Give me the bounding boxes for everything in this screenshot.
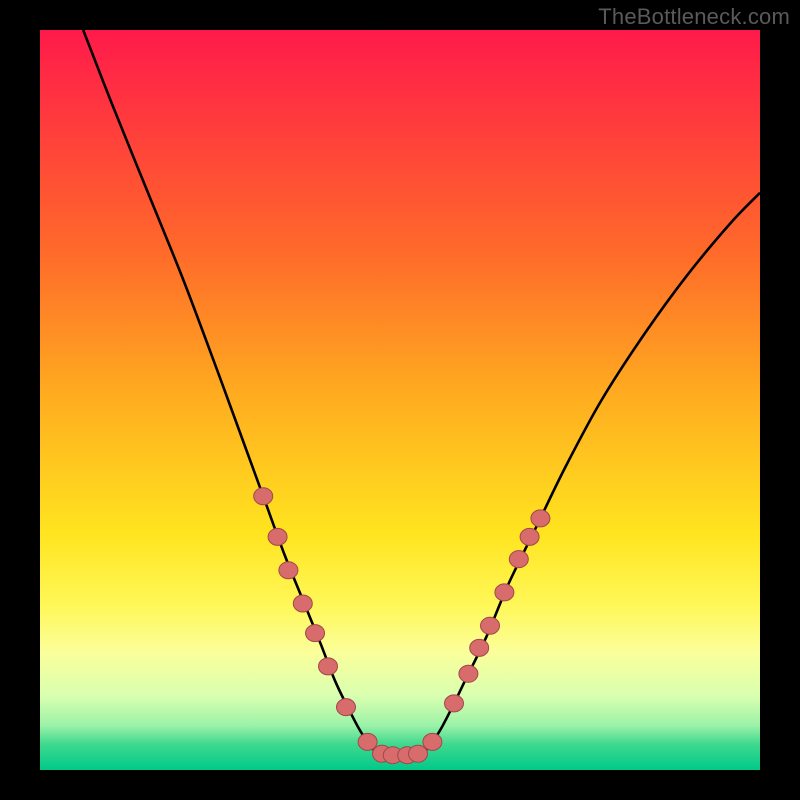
marker-dot bbox=[293, 595, 312, 612]
marker-dot bbox=[268, 528, 287, 545]
marker-dot bbox=[509, 551, 528, 568]
marker-dot bbox=[470, 639, 489, 656]
marker-dot bbox=[358, 733, 377, 750]
marker-dot bbox=[459, 665, 478, 682]
marker-dot bbox=[445, 695, 464, 712]
marker-dot bbox=[495, 584, 514, 601]
chart-svg bbox=[0, 0, 800, 800]
marker-dot bbox=[520, 528, 539, 545]
watermark-text: TheBottleneck.com bbox=[598, 4, 790, 30]
marker-dot bbox=[423, 733, 442, 750]
marker-dot bbox=[531, 510, 550, 527]
marker-dot bbox=[279, 562, 298, 579]
marker-dot bbox=[481, 617, 500, 634]
chart-frame: { "watermark": "TheBottleneck.com", "col… bbox=[0, 0, 800, 800]
marker-dot bbox=[337, 699, 356, 716]
marker-dot bbox=[319, 658, 338, 675]
marker-dot bbox=[306, 625, 325, 642]
plot-background bbox=[40, 30, 760, 770]
marker-dot bbox=[409, 745, 428, 762]
marker-dot bbox=[254, 488, 273, 505]
